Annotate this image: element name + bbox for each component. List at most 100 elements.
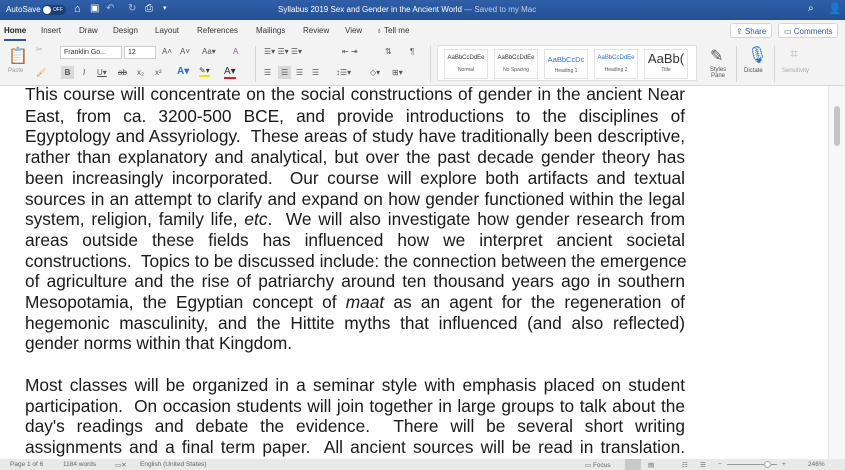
line-spacing-icon[interactable]: ↕☰▾ (336, 68, 351, 77)
account-icon[interactable]: 👤 (828, 2, 842, 15)
draft-button[interactable]: ☰ (700, 461, 706, 469)
autosave-toggle[interactable]: OFF (42, 5, 66, 15)
style-name: No Spacing (503, 67, 529, 73)
highlight-icon[interactable]: ✎▾ (199, 66, 210, 77)
indent-icons[interactable]: ⇤ ⇥ (342, 47, 358, 56)
vertical-scrollbar[interactable] (828, 86, 845, 459)
align-right-icon[interactable]: ☰ (296, 68, 303, 77)
proofing-icon[interactable]: ▭✕ (115, 461, 127, 469)
text-effects-icon[interactable]: A▾ (177, 66, 189, 77)
tab-home[interactable]: Home (4, 26, 27, 41)
home-icon[interactable]: ⌂ (74, 3, 81, 15)
styles-gallery: AaBbCcDdEe Normal AaBbCcDdEe No Spacing Aa… (437, 45, 697, 81)
italic-button[interactable]: I (83, 68, 85, 77)
sensitivity-label: Sensitivity (782, 68, 810, 74)
zoom-in-button[interactable]: + (782, 461, 786, 468)
text-run: This course will concentrate on the soci… (25, 86, 685, 104)
web-layout-button[interactable]: ▤ (648, 461, 654, 469)
styles-pane-icon[interactable]: ✎ (710, 46, 723, 66)
print-layout-button[interactable] (625, 459, 641, 470)
tab-design[interactable]: Design (113, 26, 138, 35)
share-button[interactable]: ⇪ Share (730, 23, 773, 38)
shading-icon[interactable]: ◇▾ (370, 68, 380, 77)
redo-icon[interactable]: ↻ (128, 3, 136, 14)
document-text-line: Mesopotamia, the Egyptian concept of maa… (25, 292, 685, 313)
style-name: Title (661, 67, 671, 73)
subscript-button[interactable]: x₂ (137, 68, 144, 77)
text-run: rather than explanatory and analytical, … (25, 147, 685, 168)
font-name-select[interactable]: Franklin Go... (60, 46, 122, 59)
scrollbar-thumb[interactable] (834, 106, 840, 146)
tab-review[interactable]: Review (303, 26, 329, 35)
search-icon[interactable]: ⌕ (808, 3, 814, 14)
styles-pane-label[interactable]: Styles Pane (706, 67, 730, 79)
document-text-line: hegemonic masculinity, and the Hittite m… (25, 313, 685, 334)
divider (736, 46, 737, 82)
save-icon[interactable]: ▣ (90, 3, 99, 14)
style-title[interactable]: AaBb(Title (644, 49, 688, 79)
document-title: Syllabus 2019 Sex and Gender in the Anci… (278, 5, 536, 14)
tab-draw[interactable]: Draw (79, 26, 98, 35)
strikethrough-button[interactable]: ab (118, 68, 127, 77)
sensitivity-icon: ⌗ (790, 45, 798, 61)
grow-font-icon[interactable]: A˄ (162, 47, 172, 56)
page-count[interactable]: Page 1 of 6 (10, 461, 43, 468)
cut-icon[interactable]: ✂ (36, 45, 43, 54)
tab-mailings[interactable]: Mailings (256, 26, 285, 35)
style-normal[interactable]: AaBbCcDdEe Normal (444, 49, 488, 79)
tab-references[interactable]: References (197, 26, 238, 35)
style-no-spacing[interactable]: AaBbCcDdEe No Spacing (494, 49, 538, 79)
change-case-icon[interactable]: Aa▾ (202, 47, 216, 56)
zoom-slider-thumb[interactable] (764, 461, 771, 468)
text-run: sources in an attempt to clarify and exp… (25, 188, 685, 209)
paste-icon[interactable]: 📋 (8, 46, 28, 66)
focus-button[interactable]: ▭ Focus (585, 461, 611, 469)
format-painter-icon[interactable]: 🖌 (36, 68, 46, 77)
align-left-icon[interactable]: ☰ (264, 68, 271, 77)
text-run: as an agent for the regeneration of (384, 292, 685, 312)
text-run: system, religion, family life, (25, 209, 245, 230)
style-preview: AaBbCcDdEe (497, 55, 535, 61)
text-run: areas outside these fields has influence… (25, 229, 685, 250)
print-icon[interactable]: ⎙ (145, 3, 153, 14)
undo-icon[interactable]: ↶ (106, 3, 114, 14)
ribbon-tabs: Home Insert Draw Design Layout Reference… (0, 20, 845, 42)
font-size-select[interactable]: 12 (124, 46, 156, 59)
font-color-icon[interactable]: A▾ (224, 66, 236, 79)
shrink-font-icon[interactable]: A˅ (180, 47, 190, 56)
paragraph-marks-icon[interactable]: ¶ (410, 47, 414, 56)
tab-insert[interactable]: Insert (41, 26, 61, 35)
text-run: constructions. Topics to be discussed in… (25, 250, 687, 271)
bold-button[interactable]: B (61, 66, 74, 79)
microphone-icon[interactable]: 🎙 (747, 45, 767, 65)
tell-me[interactable]: ♁ Tell me (376, 26, 409, 35)
comments-button[interactable]: ▭ Comments (778, 23, 839, 38)
dictate-label[interactable]: Dictate (744, 68, 763, 74)
sort-icon[interactable]: ⇅ (385, 47, 392, 56)
language[interactable]: English (United States) (140, 461, 206, 468)
document-text-line: participation. On occasion students will… (25, 396, 685, 417)
text-run: assignments and a final term paper. All … (25, 437, 685, 458)
customize-toolbar-icon[interactable]: ▾ (163, 4, 167, 12)
document-text-line: gender norms within that Kingdom. (25, 333, 685, 354)
zoom-out-button[interactable]: − (718, 461, 722, 468)
document-page[interactable]: This course will concentrate on the soci… (0, 86, 828, 459)
clear-formatting-icon[interactable]: A (233, 47, 238, 56)
underline-button[interactable]: U▾ (97, 68, 107, 77)
italic-text: etc (244, 209, 268, 230)
justify-icon[interactable]: ☰ (312, 68, 319, 77)
tab-layout[interactable]: Layout (155, 26, 179, 35)
style-preview: AaBb( (647, 51, 685, 66)
outline-button[interactable]: ☷ (682, 461, 688, 469)
italic-text: maat (345, 292, 385, 312)
style-heading-2[interactable]: AaBbCcDdEe Heading 2 (594, 49, 638, 79)
align-center-icon[interactable]: ☰ (278, 66, 292, 79)
text-run: . We will also investigate how gender re… (267, 209, 685, 230)
borders-icon[interactable]: ⊞▾ (392, 68, 403, 77)
tab-view[interactable]: View (345, 26, 362, 35)
word-count[interactable]: 1184 words (63, 461, 96, 468)
bullets-icon[interactable]: ☰▾ ☰▾ ☰▾ (264, 47, 302, 56)
superscript-button[interactable]: x² (155, 68, 162, 77)
style-heading-1[interactable]: AaBbCcDc Heading 1 (544, 49, 588, 79)
zoom-level[interactable]: 246% (808, 461, 825, 468)
